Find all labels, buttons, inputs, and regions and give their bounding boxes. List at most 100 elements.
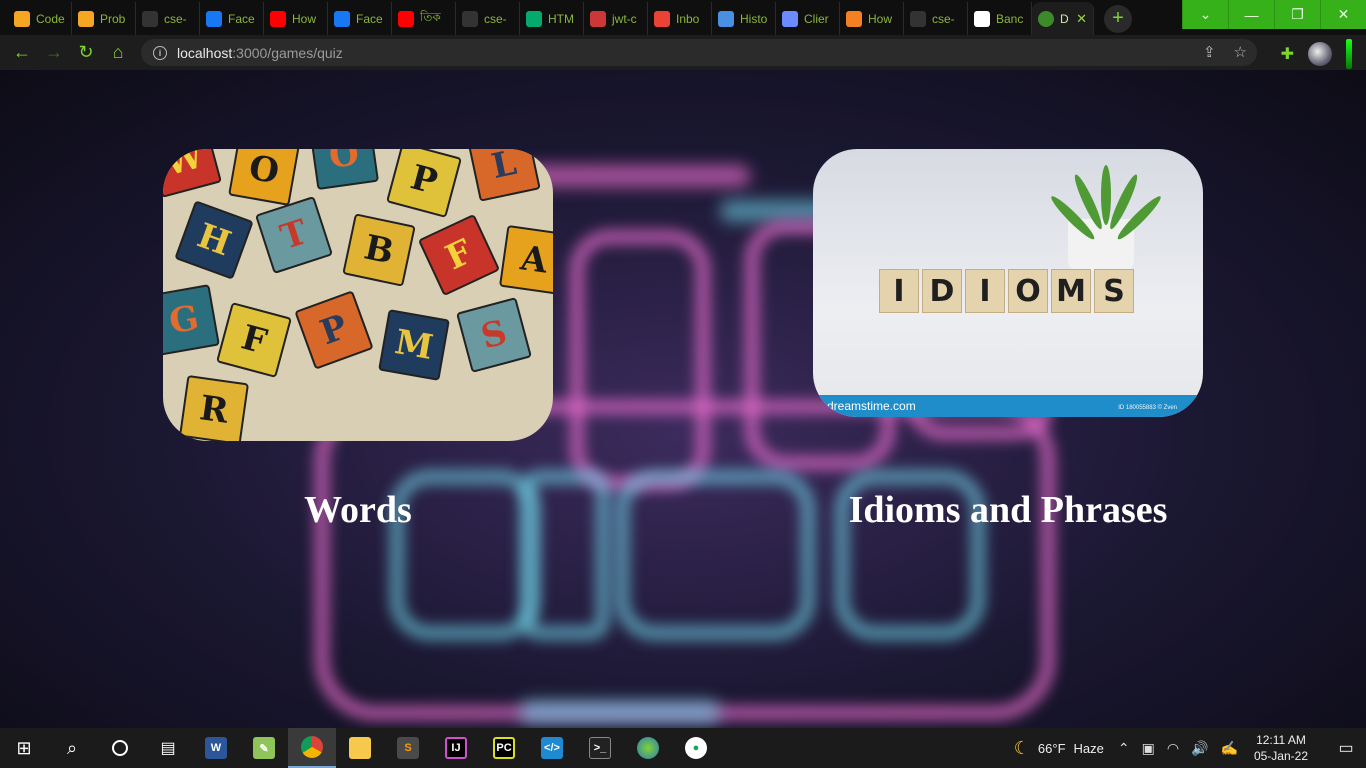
words-card[interactable]: WOOPLHTBFAGFPMSR (163, 149, 553, 441)
extensions-icon[interactable]: ✚ (1281, 44, 1294, 64)
tab-title: Banc (996, 11, 1024, 26)
browser-tab[interactable]: Prob (72, 2, 136, 35)
browser-tab[interactable]: Banc (968, 2, 1032, 35)
vscode-icon: </> (541, 737, 563, 759)
close-button[interactable]: ✕ (1320, 0, 1366, 29)
browser-tab[interactable]: Face (200, 2, 264, 35)
bookmark-star-icon[interactable]: ☆ (1234, 43, 1247, 61)
meet-now-icon[interactable]: ▣ (1142, 740, 1155, 757)
terminal-icon: >_ (589, 737, 611, 759)
taskbar-chrome[interactable] (288, 728, 336, 768)
taskbar-sublime[interactable]: S (384, 728, 432, 768)
tab-title: D (1060, 11, 1069, 26)
taskbar-intellij[interactable]: IJ (432, 728, 480, 768)
share-icon[interactable]: ⇪ (1203, 43, 1216, 61)
github-icon (142, 10, 158, 27)
taskbar-mongodb[interactable]: ● (672, 728, 720, 768)
chevron-up-icon[interactable]: ⌃ (1118, 740, 1130, 757)
notepad-icon: ✎ (253, 737, 275, 759)
browser-tab-active[interactable]: D ✕ (1032, 2, 1094, 35)
browser-tab[interactable]: তিক (392, 2, 456, 35)
volume-icon[interactable]: 🔊 (1191, 740, 1208, 757)
pen-icon[interactable]: ✍ (1221, 740, 1238, 757)
letter-tile: A (498, 224, 553, 296)
taskbar-notepad[interactable]: ✎ (240, 728, 288, 768)
words-title[interactable]: Words (163, 488, 553, 532)
taskbar-terminal[interactable]: >_ (576, 728, 624, 768)
tab-title: Prob (100, 11, 126, 26)
site-info-icon[interactable]: i (153, 45, 167, 60)
tab-title: Inbo (676, 11, 700, 26)
wikipedia-icon (974, 10, 990, 27)
url-text: localhost:3000/games/quiz (177, 45, 343, 61)
idioms-title[interactable]: Idioms and Phrases (813, 488, 1203, 532)
profile-avatar[interactable] (1308, 42, 1332, 66)
browser-tab[interactable]: Inbo (648, 2, 712, 35)
browser-tab[interactable]: How (264, 2, 328, 35)
new-tab-button[interactable]: + (1104, 4, 1132, 33)
tab-title: Histo (740, 11, 768, 26)
browser-tab[interactable]: cse- (456, 2, 520, 35)
browser-tab[interactable]: Code (8, 2, 72, 35)
address-bar[interactable]: i localhost:3000/games/quiz ⇪ ☆ (141, 39, 1257, 66)
notifications-icon[interactable]: ▭ (1326, 738, 1366, 758)
reload-button[interactable]: ↻ (70, 37, 102, 69)
browser-tab[interactable]: Clier (776, 2, 840, 35)
quiz-page: WOOPLHTBFAGFPMSR Words IDIOMS dreamstime… (0, 70, 1366, 728)
tab-title: HTM (548, 11, 574, 26)
browser-tab[interactable]: Face (328, 2, 392, 35)
collapse-button[interactable]: ⌄ (1182, 0, 1228, 29)
taskbar-word[interactable]: W (192, 728, 240, 768)
watermark-id: ID 180055883 © Zven (1118, 405, 1177, 411)
word-icon: W (205, 737, 227, 759)
browser-tab[interactable]: How (840, 2, 904, 35)
maximize-button[interactable]: ❐ (1274, 0, 1320, 29)
home-icon: ⌂ (112, 42, 124, 62)
npm-icon (590, 10, 606, 27)
bar-chart-icon (14, 10, 30, 27)
search-button[interactable]: ⌕ (48, 728, 96, 768)
start-button[interactable]: ⊞ (0, 728, 48, 768)
idioms-card[interactable]: IDIOMS dreamstime.com ID 180055883 © Zve… (813, 149, 1203, 417)
theme-accent-bar (1346, 39, 1352, 69)
forward-button[interactable]: → (38, 37, 70, 69)
task-view-button[interactable]: ▤ (144, 728, 192, 768)
clock-time: 12:11 AM (1256, 733, 1306, 747)
api-icon (782, 10, 798, 27)
tab-title: cse- (484, 11, 507, 26)
browser-tab[interactable]: jwt-c (584, 2, 648, 35)
letter-tile: R (178, 374, 250, 441)
back-button[interactable]: ← (6, 37, 38, 69)
facebook-icon (334, 10, 350, 27)
github-icon (462, 10, 478, 27)
taskbar-vscode[interactable]: </> (528, 728, 576, 768)
letter-cube: I (879, 269, 919, 313)
tab-title: cse- (932, 11, 955, 26)
letter-cube: O (1008, 269, 1048, 313)
browser-tab[interactable]: cse- (904, 2, 968, 35)
browser-tab[interactable]: cse- (136, 2, 200, 35)
letter-cube: M (1051, 269, 1091, 313)
home-button[interactable]: ⌂ (102, 37, 134, 69)
clock[interactable]: 12:11 AM 05-Jan-22 (1254, 732, 1308, 764)
taskbar-pycharm[interactable]: PC (480, 728, 528, 768)
letter-tile: W (163, 149, 222, 198)
chrome-icon (301, 736, 323, 758)
youtube-icon (270, 10, 286, 27)
taskbar-file-explorer[interactable] (336, 728, 384, 768)
cortana-button[interactable] (96, 728, 144, 768)
system-tray: ☾ 66°F Haze ⌃ ▣ ◠ 🔊 ✍ 12:11 AM 05-Jan-22… (1014, 728, 1366, 768)
browser-toolbar: ← → ↻ ⌂ i localhost:3000/games/quiz ⇪ ☆ … (0, 35, 1366, 70)
letter-tile: P (294, 290, 374, 370)
letter-tile: M (378, 309, 450, 381)
minimize-button[interactable]: — (1228, 0, 1274, 29)
weather-widget[interactable]: ☾ 66°F Haze (1014, 738, 1104, 759)
browser-tab[interactable]: Histo (712, 2, 776, 35)
mongodb-icon: ● (685, 737, 707, 759)
w3-icon (526, 10, 542, 27)
browser-tab[interactable]: HTM (520, 2, 584, 35)
weather-desc: Haze (1073, 740, 1104, 756)
wifi-icon[interactable]: ◠ (1167, 740, 1179, 757)
close-tab-icon[interactable]: ✕ (1076, 11, 1087, 27)
taskbar-ide[interactable] (624, 728, 672, 768)
